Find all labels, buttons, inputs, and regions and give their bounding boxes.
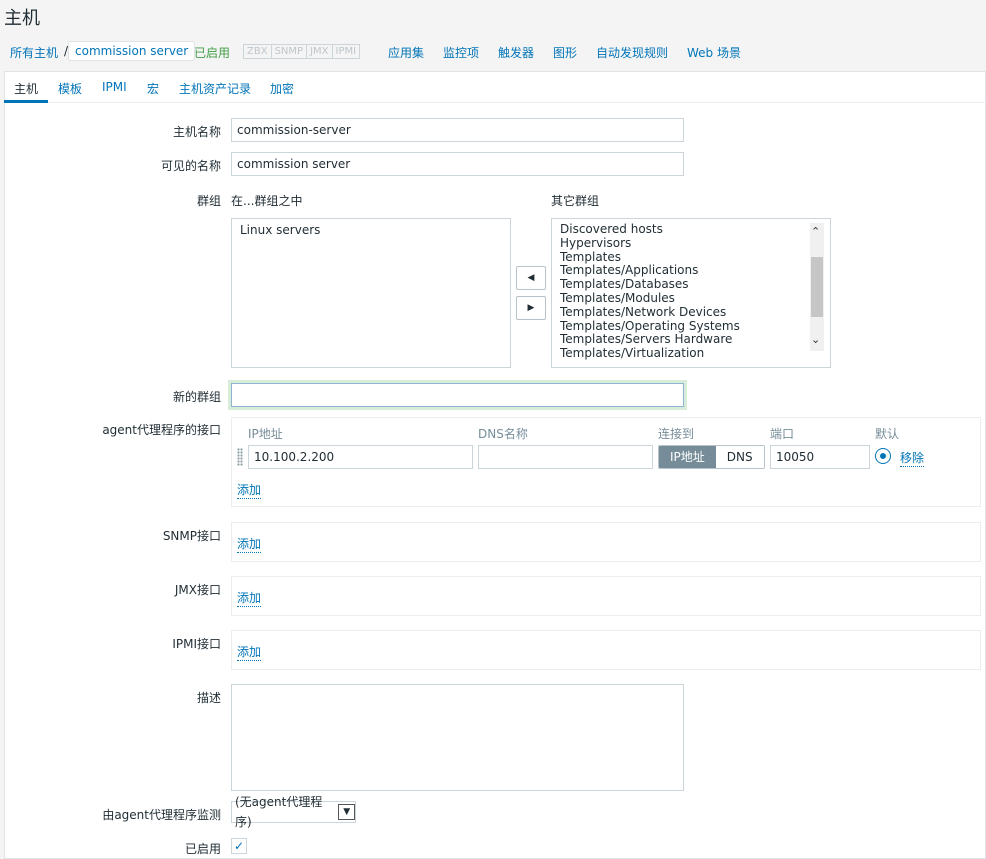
list-item[interactable]: Templates/Applications xyxy=(552,264,830,278)
move-right-button[interactable]: ▶ xyxy=(516,296,546,320)
visible-name-input[interactable]: commission server xyxy=(231,152,684,176)
tab-host[interactable]: 主机 xyxy=(14,80,38,97)
list-item[interactable]: Linux servers xyxy=(232,223,510,238)
description-label: 描述 xyxy=(196,691,221,705)
drag-handle-icon[interactable] xyxy=(237,448,243,466)
breadcrumb-all-hosts[interactable]: 所有主机 xyxy=(10,44,58,61)
enabled-label: 已启用 xyxy=(184,842,221,856)
chevron-up-icon[interactable]: ⌃ xyxy=(811,225,820,238)
add-jmx-interface-link[interactable]: 添加 xyxy=(237,589,262,607)
interface-ip-input[interactable]: 10.100.2.200 xyxy=(248,445,473,469)
nav-web-scenarios[interactable]: Web 场景 xyxy=(687,44,741,61)
chevron-down-icon: ▼ xyxy=(338,804,355,820)
add-snmp-interface-link[interactable]: 添加 xyxy=(237,535,262,553)
agent-interface-label: agent代理程序的接口 xyxy=(102,423,221,437)
new-group-label: 新的群组 xyxy=(172,390,221,404)
connect-ip-option[interactable]: IP地址 xyxy=(659,446,716,468)
list-item[interactable]: Discovered hosts xyxy=(552,222,830,237)
interface-port-input[interactable]: 10050 xyxy=(770,445,870,469)
tab-inventory[interactable]: 主机资产记录 xyxy=(179,80,251,97)
remove-interface-link[interactable]: 移除 xyxy=(900,449,925,467)
nav-discovery-rules[interactable]: 自动发现规则 xyxy=(596,44,668,61)
in-groups-label: 在...群组之中 xyxy=(231,194,303,208)
tab-encryption[interactable]: 加密 xyxy=(270,80,294,97)
nav-applications[interactable]: 应用集 xyxy=(388,44,424,61)
col-default-header: 默认 xyxy=(875,427,900,441)
col-connect-header: 连接到 xyxy=(658,427,695,441)
availability-indicators: ZBX SNMP JMX IPMI xyxy=(243,44,361,59)
move-left-button[interactable]: ◀ xyxy=(516,266,546,290)
list-item[interactable]: Hypervisors xyxy=(552,236,830,251)
list-item[interactable]: Templates/Virtualization xyxy=(552,346,830,361)
snmp-interface-box: 添加 xyxy=(231,522,981,562)
tab-templates[interactable]: 模板 xyxy=(58,80,82,97)
enabled-checkbox[interactable]: ✓ xyxy=(231,838,247,854)
nav-graphs[interactable]: 图形 xyxy=(553,44,577,61)
proxy-select-value: (无agent代理程序) xyxy=(235,795,323,829)
triangle-left-icon: ◀ xyxy=(527,273,535,283)
ipmi-interface-label: IPMI接口 xyxy=(172,637,221,651)
add-ipmi-interface-link[interactable]: 添加 xyxy=(237,643,262,661)
breadcrumb-current-host[interactable]: commission server xyxy=(68,41,196,61)
agent-interface-box: IP地址 DNS名称 连接到 端口 默认 10.100.2.200 IP地址 D… xyxy=(231,417,981,507)
nav-items[interactable]: 监控项 xyxy=(443,44,479,61)
host-status-enabled[interactable]: 已启用 xyxy=(194,44,230,61)
snmp-interface-label: SNMP接口 xyxy=(162,529,221,543)
host-navigation: 所有主机 / commission server 已启用 ZBX SNMP JM… xyxy=(0,38,986,68)
jmx-interface-label: JMX接口 xyxy=(174,583,221,597)
form-tabs: 主机 模板 IPMI 宏 主机资产记录 加密 xyxy=(4,72,986,103)
nav-triggers[interactable]: 触发器 xyxy=(498,44,534,61)
list-item[interactable]: Templates/Operating Systems xyxy=(552,319,830,334)
page-title: 主机 xyxy=(4,8,40,29)
visible-name-label: 可见的名称 xyxy=(160,159,221,173)
availability-snmp: SNMP xyxy=(271,45,308,58)
list-item[interactable]: Templates/Network Devices xyxy=(552,305,830,320)
availability-jmx: JMX xyxy=(307,45,333,58)
tab-macros[interactable]: 宏 xyxy=(147,80,159,97)
active-tab-indicator xyxy=(4,100,48,103)
host-name-label: 主机名称 xyxy=(172,125,221,139)
in-groups-listbox[interactable]: Linux servers xyxy=(231,218,511,368)
proxy-select[interactable]: (无agent代理程序) ▼ xyxy=(231,795,356,829)
jmx-interface-box: 添加 xyxy=(231,576,981,616)
checkmark-icon: ✓ xyxy=(233,839,245,853)
list-item[interactable]: Templates xyxy=(552,250,830,265)
ipmi-interface-box: 添加 xyxy=(231,630,981,670)
other-groups-listbox[interactable]: Discovered hosts Hypervisors Templates T… xyxy=(551,218,831,368)
col-ip-header: IP地址 xyxy=(248,427,283,441)
list-item[interactable]: Templates/Databases xyxy=(552,277,830,292)
list-item[interactable]: Templates/Servers Hardware xyxy=(552,333,830,347)
default-interface-radio[interactable] xyxy=(875,448,891,464)
col-dns-header: DNS名称 xyxy=(478,427,528,441)
col-port-header: 端口 xyxy=(770,427,795,441)
other-groups-scrollbar[interactable]: ⌃ ⌄ xyxy=(810,223,824,351)
chevron-down-icon[interactable]: ⌄ xyxy=(811,333,820,346)
list-item[interactable]: Templates/Modules xyxy=(552,291,830,306)
tab-ipmi[interactable]: IPMI xyxy=(102,80,127,94)
availability-ipmi: IPMI xyxy=(332,45,360,58)
connect-to-toggle[interactable]: IP地址 DNS xyxy=(658,445,765,469)
other-groups-label: 其它群组 xyxy=(551,194,600,208)
availability-zbx: ZBX xyxy=(244,45,272,58)
description-textarea[interactable] xyxy=(231,684,684,791)
scrollbar-thumb[interactable] xyxy=(811,257,823,317)
groups-label: 群组 xyxy=(196,194,221,208)
host-name-input[interactable]: commission-server xyxy=(231,118,684,142)
connect-dns-option[interactable]: DNS xyxy=(715,446,764,468)
add-agent-interface-link[interactable]: 添加 xyxy=(237,481,262,499)
interface-dns-input[interactable] xyxy=(478,445,653,469)
monitored-by-proxy-label: 由agent代理程序监测 xyxy=(102,808,221,822)
triangle-right-icon: ▶ xyxy=(527,303,535,313)
new-group-input[interactable] xyxy=(231,383,684,407)
